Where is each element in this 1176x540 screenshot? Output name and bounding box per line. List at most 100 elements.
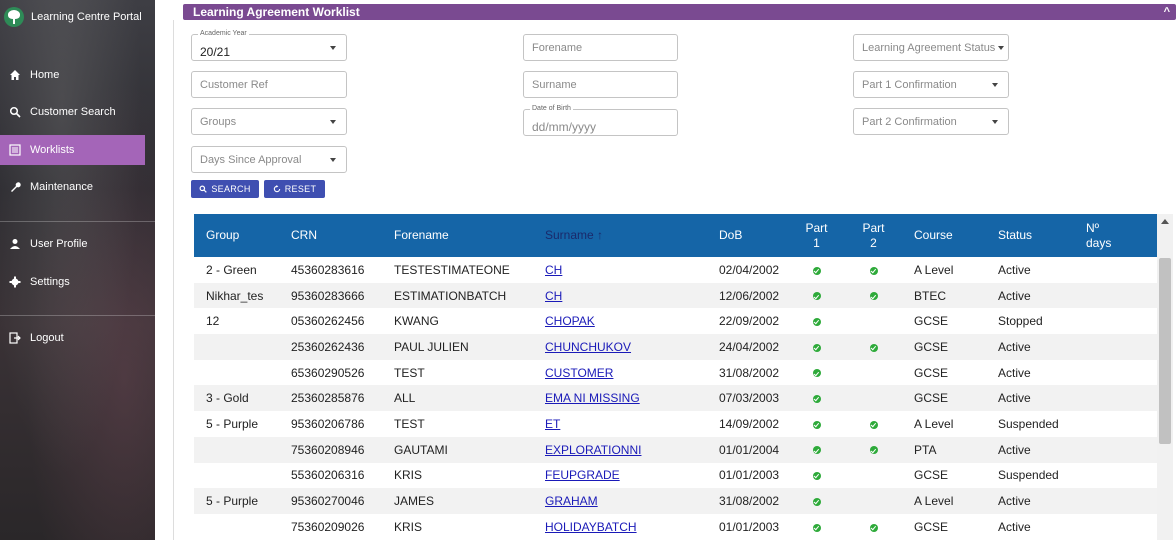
group-cell: 5 - Purple	[206, 494, 259, 509]
surname-link[interactable]: GRAHAM	[545, 494, 598, 508]
table-row[interactable]: 25360262436 PAUL JULIEN CHUNCHUKOV 24/04/20…	[194, 334, 1157, 360]
surname-link[interactable]: EMA NI MISSING	[545, 391, 640, 405]
group-cell	[194, 437, 279, 463]
surname-link[interactable]: CHUNCHUKOV	[545, 340, 631, 354]
table-row[interactable]: 12 05360262456 KWANG CHOPAK 22/09/2002 GCSE St…	[194, 308, 1157, 334]
surname-link[interactable]: HOLIDAYBATCH	[545, 520, 637, 534]
forename-cell: TEST	[394, 416, 425, 431]
nav-item-worklists[interactable]: Worklists	[0, 135, 145, 165]
nav-item-settings[interactable]: Settings	[0, 267, 155, 297]
col-header-group[interactable]: Group	[194, 214, 279, 257]
part1-header-line1: Part	[805, 220, 828, 235]
part1-cell	[788, 488, 845, 514]
check-circle-icon	[812, 292, 821, 301]
days-cell	[1074, 360, 1157, 386]
check-circle-icon	[812, 446, 821, 455]
nav-item-home[interactable]: Home	[0, 60, 155, 90]
dob-cell: 02/04/2002	[719, 262, 780, 277]
groups-select[interactable]: Groups	[191, 108, 347, 135]
table-row[interactable]: 75360209026 KRIS HOLIDAYBATCH 01/01/2003 GCS…	[194, 514, 1157, 540]
crn-cell: 05360262456	[291, 314, 365, 329]
part2-cell	[845, 463, 902, 489]
table-row[interactable]: 5 - Purple 95360270046 JAMES GRAHAM 31/08/20…	[194, 488, 1157, 514]
logout-icon	[0, 332, 30, 344]
col-header-part1[interactable]: Part 1	[788, 214, 845, 257]
part1-cell	[788, 283, 845, 309]
col-header-crn[interactable]: CRN	[279, 214, 382, 257]
part2-header-line1: Part	[862, 220, 885, 235]
collapse-chevron-icon[interactable]: ^	[1164, 4, 1170, 20]
customer-ref-input[interactable]: Customer Ref	[191, 71, 347, 98]
search-button[interactable]: SEARCH	[191, 180, 259, 198]
part2-cell	[845, 385, 902, 411]
table-scrollbar[interactable]	[1157, 214, 1173, 540]
academic-year-label: Academic Year	[198, 30, 249, 37]
refresh-icon	[273, 185, 280, 193]
check-circle-icon	[812, 472, 821, 481]
group-cell: 5 - Purple	[206, 416, 259, 431]
nav-item-maintenance[interactable]: Maintenance	[0, 172, 155, 202]
reset-button-label: RESET	[284, 184, 317, 194]
surname-link[interactable]: ET	[545, 417, 560, 431]
sidebar-divider	[0, 221, 155, 222]
nav-label: Home	[30, 69, 60, 81]
table-row[interactable]: 5 - Purple 95360206786 TEST ET 14/09/2002 A L…	[194, 411, 1157, 437]
part1-cell	[788, 385, 845, 411]
dob-label: Date of Birth	[530, 105, 573, 112]
nav-item-user-profile[interactable]: User Profile	[0, 229, 155, 259]
col-header-part2[interactable]: Part 2	[845, 214, 902, 257]
forename-cell: TEST	[394, 365, 425, 380]
part2-placeholder: Part 2 Confirmation	[862, 115, 957, 128]
days-cell	[1074, 385, 1157, 411]
table-row[interactable]: 55360206316 KRIS FEUPGRADE 01/01/2003 GCSE Su…	[194, 463, 1157, 489]
chevron-down-icon	[992, 83, 998, 87]
reset-button[interactable]: RESET	[264, 180, 325, 198]
part2-cell	[845, 488, 902, 514]
crn-cell: 95360270046	[291, 494, 365, 509]
dob-input[interactable]: Date of Birth dd/mm/yyyy	[523, 105, 678, 136]
worklist-table: Group CRN Forename Surname ↑ DoB Part 1 P…	[194, 214, 1157, 540]
table-row[interactable]: 65360290526 TEST CUSTOMER 31/08/2002 GCSE Act…	[194, 360, 1157, 386]
col-header-surname[interactable]: Surname ↑	[533, 214, 707, 257]
days-since-approval-select[interactable]: Days Since Approval	[191, 146, 347, 173]
table-row[interactable]: 3 - Gold 25360285876 ALL EMA NI MISSING 07/0…	[194, 385, 1157, 412]
scroll-up-arrow-icon[interactable]	[1161, 219, 1169, 224]
surname-link[interactable]: CH	[545, 263, 562, 277]
forename-cell: TESTESTIMATEONE	[394, 262, 510, 277]
surname-link[interactable]: FEUPGRADE	[545, 468, 620, 482]
table-row[interactable]: 75360208946 GAUTAMI EXPLORATIONNI 01/01/200…	[194, 436, 1157, 463]
part1-confirmation-select[interactable]: Part 1 Confirmation	[853, 71, 1009, 98]
academic-year-select[interactable]: Academic Year 20/21	[191, 30, 347, 61]
col-header-dob[interactable]: DoB	[707, 214, 788, 257]
surname-link[interactable]: CH	[545, 289, 562, 303]
nav-item-logout[interactable]: Logout	[0, 323, 155, 353]
forename-input[interactable]: Forename	[523, 34, 678, 61]
chevron-down-icon	[992, 120, 998, 124]
col-header-forename[interactable]: Forename	[382, 214, 533, 257]
group-cell: 12	[206, 314, 220, 329]
part1-cell	[788, 463, 845, 489]
la-status-select[interactable]: Learning Agreement Status	[853, 34, 1009, 61]
surname-link[interactable]: EXPLORATIONNI	[545, 443, 641, 457]
forename-cell: KRIS	[394, 519, 423, 534]
main-content: Learning Agreement Worklist ^ Academic Y…	[155, 0, 1176, 540]
part1-header-line2: 1	[813, 235, 820, 250]
surname-cell: CHOPAK	[533, 308, 707, 334]
table-row[interactable]: 2 - Green 45360283616 TESTESTIMATEONE CH 02/…	[194, 257, 1157, 283]
surname-input[interactable]: Surname	[523, 71, 678, 98]
surname-cell: CH	[533, 283, 707, 309]
days-cell	[1074, 488, 1157, 514]
col-header-status[interactable]: Status	[986, 214, 1074, 257]
surname-link[interactable]: CHOPAK	[545, 314, 595, 328]
crn-cell: 95360206786	[291, 416, 365, 431]
surname-link[interactable]: CUSTOMER	[545, 366, 613, 380]
col-header-days[interactable]: Nº days	[1074, 214, 1157, 257]
nav-item-customer-search[interactable]: Customer Search	[0, 97, 155, 127]
wrench-icon	[0, 181, 30, 193]
part2-confirmation-select[interactable]: Part 2 Confirmation	[853, 108, 1009, 135]
scrollbar-thumb[interactable]	[1159, 258, 1171, 444]
col-header-course[interactable]: Course	[902, 214, 986, 257]
app-root: Learning Centre Portal Home Customer Sea…	[0, 0, 1176, 540]
table-row[interactable]: Nikhar_tes 95360283666 ESTIMATIONBATCH CH 12…	[194, 282, 1157, 309]
dob-cell: 01/01/2003	[719, 519, 780, 534]
